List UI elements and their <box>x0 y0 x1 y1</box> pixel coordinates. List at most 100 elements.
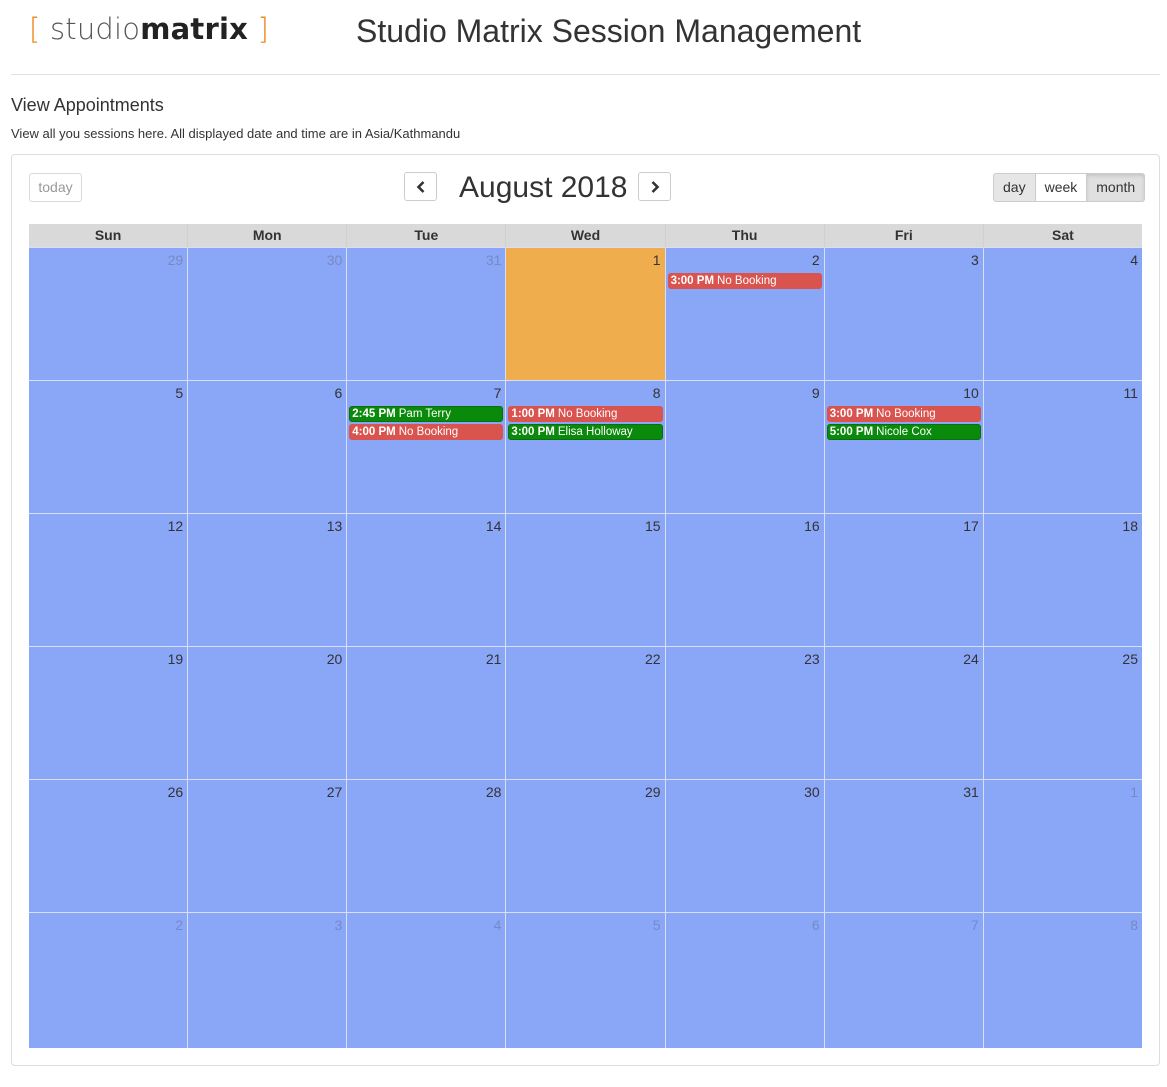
day-number: 9 <box>811 385 820 401</box>
day-cell-other-month[interactable]: 1 <box>982 779 1142 912</box>
week-row: 29 30 31 1 2 3:00 PM No Booking 3 4 <box>29 247 1142 380</box>
day-cell-other-month[interactable]: 4 <box>346 912 506 1048</box>
day-number: 11 <box>1123 385 1138 401</box>
week-row: 2 3 4 5 6 7 8 <box>29 912 1142 1048</box>
day-number: 10 <box>963 385 979 401</box>
day-cell[interactable]: 29 <box>505 779 665 912</box>
day-cell-other-month[interactable]: 5 <box>505 912 665 1048</box>
today-button[interactable]: today <box>29 173 82 202</box>
day-number: 16 <box>804 518 820 534</box>
week-row: 12 13 14 15 16 17 18 <box>29 513 1142 646</box>
day-number: 19 <box>167 651 184 667</box>
event-no-booking[interactable]: 4:00 PM No Booking <box>349 424 504 440</box>
day-number: 7 <box>493 385 502 401</box>
day-cell-other-month[interactable]: 8 <box>982 912 1142 1048</box>
event-booked[interactable]: 5:00 PM Nicole Cox <box>826 424 981 440</box>
dow-sun: Sun <box>94 227 122 243</box>
chevron-right-icon <box>651 180 659 193</box>
day-cell-other-month[interactable]: 30 <box>187 247 347 380</box>
day-cell[interactable]: 4 <box>982 247 1142 380</box>
logo-bracket-close: ] <box>257 12 269 46</box>
prev-month-button[interactable] <box>404 172 437 201</box>
event-no-booking[interactable]: 3:00 PM No Booking <box>826 406 981 422</box>
day-number: 27 <box>326 784 343 800</box>
event-booked[interactable]: 3:00 PM Elisa Holloway <box>508 424 663 440</box>
event-time: 5:00 PM <box>829 426 874 438</box>
dow-mon: Mon <box>187 224 346 247</box>
day-cell-other-month[interactable]: 7 <box>823 912 983 1048</box>
day-cell[interactable]: 28 <box>346 779 506 912</box>
day-cell-other-month[interactable]: 6 <box>664 912 824 1048</box>
day-cell-today[interactable]: 1 <box>505 247 665 380</box>
day-cell-other-month[interactable]: 31 <box>346 247 506 380</box>
event-time: 2:45 PM <box>352 408 396 420</box>
day-cell[interactable]: 6 <box>187 380 347 513</box>
day-cell[interactable]: 16 <box>664 513 824 646</box>
view-day-button[interactable]: day <box>993 173 1036 202</box>
day-cell[interactable]: 21 <box>346 646 506 779</box>
event-time: 3:00 PM <box>670 275 715 287</box>
view-week-button[interactable]: week <box>1034 173 1088 202</box>
day-cell[interactable]: 30 <box>664 779 824 912</box>
day-cell[interactable]: 18 <box>982 513 1142 646</box>
day-cell[interactable]: 19 <box>29 646 188 779</box>
event-title: No Booking <box>717 275 777 287</box>
day-cell[interactable]: 31 <box>823 779 983 912</box>
dow-tue: Tue <box>346 224 505 247</box>
day-cell-other-month[interactable]: 3 <box>187 912 347 1048</box>
event-title: Elisa Holloway <box>557 426 633 438</box>
view-month-button[interactable]: month <box>1086 173 1146 202</box>
day-cell[interactable]: 10 3:00 PM No Booking 5:00 PM Nicole Cox <box>823 380 983 513</box>
logo-bracket-open: [ <box>29 12 41 46</box>
day-cell[interactable]: 7 2:45 PM Pam Terry 4:00 PM No Booking <box>346 380 506 513</box>
day-cell[interactable]: 13 <box>187 513 347 646</box>
calendar-title: August 2018 <box>459 171 628 204</box>
day-cell[interactable]: 15 <box>505 513 665 646</box>
event-title: No Booking <box>398 426 459 438</box>
day-cell[interactable]: 25 <box>982 646 1142 779</box>
dow-wed: Wed <box>505 224 664 247</box>
day-number: 1 <box>652 252 661 268</box>
day-of-week-header: Sun Mon Tue Wed Thu Fri Sat <box>29 224 1142 247</box>
header-divider <box>11 74 1160 75</box>
day-number: 8 <box>652 385 661 401</box>
day-cell[interactable]: 12 <box>29 513 188 646</box>
day-cell[interactable]: 11 <box>982 380 1142 513</box>
event-time: 4:00 PM <box>352 426 396 438</box>
day-cell[interactable]: 24 <box>823 646 983 779</box>
day-cell[interactable]: 9 <box>664 380 824 513</box>
day-cell-other-month[interactable]: 2 <box>29 912 188 1048</box>
event-no-booking[interactable]: 3:00 PM No Booking <box>667 273 822 289</box>
day-number: 28 <box>485 784 502 800</box>
studiomatrix-logo: [ studiomatrix ] <box>29 12 269 46</box>
day-number: 18 <box>1122 518 1138 534</box>
day-cell[interactable]: 14 <box>346 513 506 646</box>
day-number: 1 <box>1130 784 1138 800</box>
day-number: 3 <box>334 917 343 933</box>
event-booked[interactable]: 2:45 PM Pam Terry <box>349 406 504 422</box>
dow-fri: Fri <box>823 224 983 247</box>
day-number: 24 <box>963 651 979 667</box>
event-no-booking[interactable]: 1:00 PM No Booking <box>508 406 663 422</box>
day-cell[interactable]: 22 <box>505 646 665 779</box>
day-number: 30 <box>804 784 820 800</box>
day-cell[interactable]: 26 <box>29 779 188 912</box>
day-cell-other-month[interactable]: 29 <box>29 247 188 380</box>
day-cell[interactable]: 23 <box>664 646 824 779</box>
dow-sat: Sat <box>982 224 1142 247</box>
day-number: 4 <box>1130 252 1138 268</box>
day-cell[interactable]: 3 <box>823 247 983 380</box>
day-number: 26 <box>167 784 184 800</box>
day-cell[interactable]: 5 <box>29 380 188 513</box>
next-month-button[interactable] <box>638 172 671 201</box>
day-cell[interactable]: 17 <box>823 513 983 646</box>
day-number: 31 <box>485 252 502 268</box>
day-number: 29 <box>644 784 661 800</box>
day-cell[interactable]: 27 <box>187 779 347 912</box>
page-description: View all you sessions here. All displaye… <box>11 126 461 141</box>
day-number: 4 <box>493 917 502 933</box>
day-cell[interactable]: 20 <box>187 646 347 779</box>
day-cell[interactable]: 2 3:00 PM No Booking <box>664 247 824 380</box>
month-grid: Sun Mon Tue Wed Thu Fri Sat 29 30 31 1 2 3:00… <box>29 224 1142 1048</box>
day-cell[interactable]: 8 1:00 PM No Booking 3:00 PM Elisa Holloway <box>505 380 665 513</box>
